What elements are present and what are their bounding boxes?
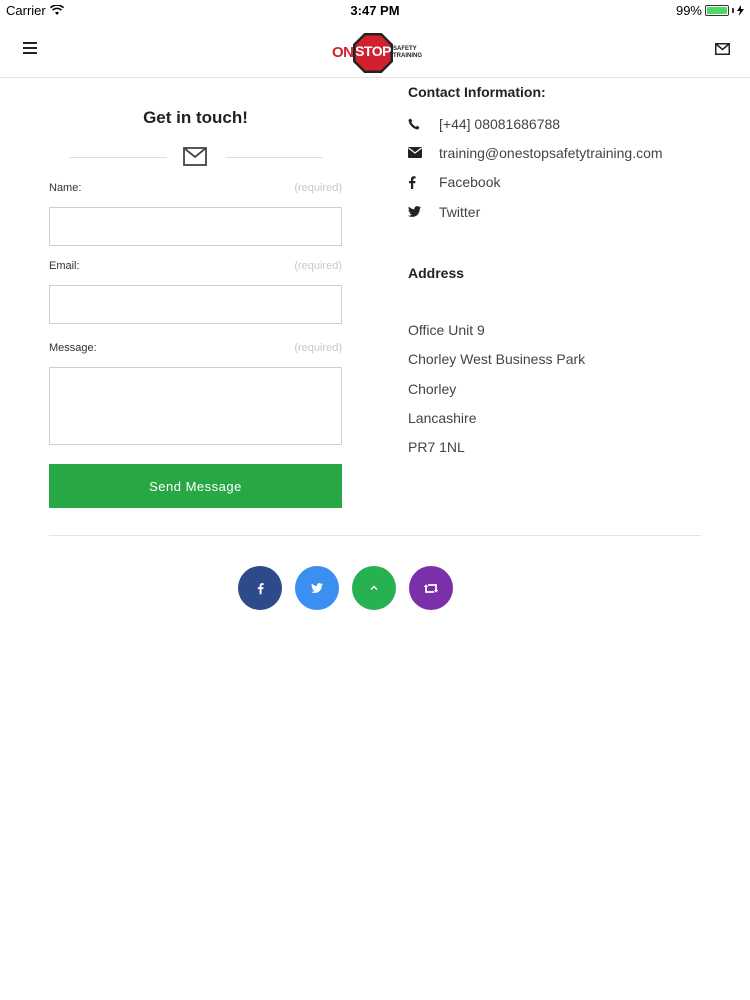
battery-tip	[732, 8, 734, 13]
message-field[interactable]	[49, 367, 342, 445]
facebook-link: Facebook	[439, 174, 501, 191]
form-title: Get in touch!	[143, 108, 248, 127]
contact-facebook[interactable]: Facebook	[408, 168, 708, 197]
hamburger-icon-bar	[23, 47, 37, 49]
email-required-hint: (required)	[294, 260, 342, 272]
contact-twitter[interactable]: Twitter	[408, 197, 708, 226]
battery-icon	[705, 5, 729, 16]
envelope-icon	[183, 147, 207, 166]
facebook-icon	[257, 582, 264, 594]
email-label-row: Email: (required)	[49, 260, 342, 272]
contact-form: Get in touch! Name: (required) Email: (r…	[49, 100, 342, 508]
divider-line-left	[69, 157, 167, 158]
contact-information: Contact Information: [+44] 08081686788 t…	[408, 84, 708, 463]
name-required-hint: (required)	[294, 182, 342, 194]
twitter-icon-wrap	[408, 206, 439, 217]
battery-fill	[707, 7, 727, 14]
name-field[interactable]	[49, 207, 342, 246]
email-address: training@onestopsafetytraining.com	[439, 144, 663, 161]
footer-divider	[49, 535, 701, 536]
phone-number: [+44] 08081686788	[439, 115, 561, 132]
twitter-icon	[311, 583, 323, 593]
battery-percent: 99%	[675, 3, 702, 18]
envelope-icon	[408, 147, 422, 159]
facebook-icon	[409, 176, 416, 189]
header-mail-button[interactable]	[715, 42, 730, 60]
email-field[interactable]	[49, 285, 342, 324]
mail-icon	[715, 43, 730, 55]
name-label: Name:	[49, 182, 82, 194]
battery-indicator: 99%	[676, 3, 744, 18]
logo-text-safety: SAFETY	[393, 46, 417, 52]
share-button[interactable]	[409, 566, 453, 610]
twitter-share-button[interactable]	[295, 566, 339, 610]
hamburger-icon-bar	[23, 52, 37, 54]
logo-text-training: TRAINING	[393, 53, 422, 59]
message-required-hint: (required)	[294, 342, 342, 354]
scroll-to-top-button[interactable]	[352, 566, 396, 610]
address-line: Chorley West Business Park	[408, 351, 586, 368]
send-message-button[interactable]: Send Message	[49, 464, 342, 508]
twitter-icon	[408, 206, 421, 217]
chevron-up-icon	[370, 585, 378, 590]
hamburger-menu-button[interactable]	[23, 42, 37, 54]
name-label-row: Name: (required)	[49, 182, 342, 194]
facebook-share-button[interactable]	[238, 566, 282, 610]
contact-phone[interactable]: [+44] 08081686788	[408, 109, 708, 138]
email-label: Email:	[49, 260, 80, 272]
contact-heading: Contact Information:	[408, 84, 546, 100]
address-line: Office Unit 9	[408, 322, 485, 339]
address-heading: Address	[408, 265, 465, 282]
status-bar: Carrier 3:47 PM 99%	[0, 0, 750, 20]
title-divider	[49, 140, 342, 170]
address-line: Lancashire	[408, 410, 477, 427]
email-icon-wrap	[408, 147, 439, 159]
message-label: Message:	[49, 342, 97, 354]
facebook-icon-wrap	[408, 176, 439, 189]
divider-line-right	[226, 157, 323, 158]
address-line: PR7 1NL	[408, 439, 465, 456]
phone-icon	[408, 118, 420, 130]
address-line: Chorley	[408, 380, 457, 397]
app-header: ONE STOP SAFETY TRAINING	[0, 22, 750, 78]
site-logo[interactable]: ONE STOP SAFETY TRAINING	[330, 30, 422, 76]
retweet-icon	[423, 583, 439, 593]
phone-icon-wrap	[408, 118, 439, 130]
logo-subtitle: SAFETY TRAINING	[393, 46, 422, 60]
address-lines: Office Unit 9 Chorley West Business Park…	[408, 316, 708, 462]
twitter-link: Twitter	[439, 203, 481, 220]
message-label-row: Message: (required)	[49, 342, 342, 354]
charging-bolt-icon	[737, 5, 744, 16]
logo-text-stop: STOP	[355, 43, 391, 59]
contact-email[interactable]: training@onestopsafetytraining.com	[408, 138, 708, 167]
clock: 3:47 PM	[350, 3, 400, 18]
hamburger-icon	[23, 42, 37, 44]
